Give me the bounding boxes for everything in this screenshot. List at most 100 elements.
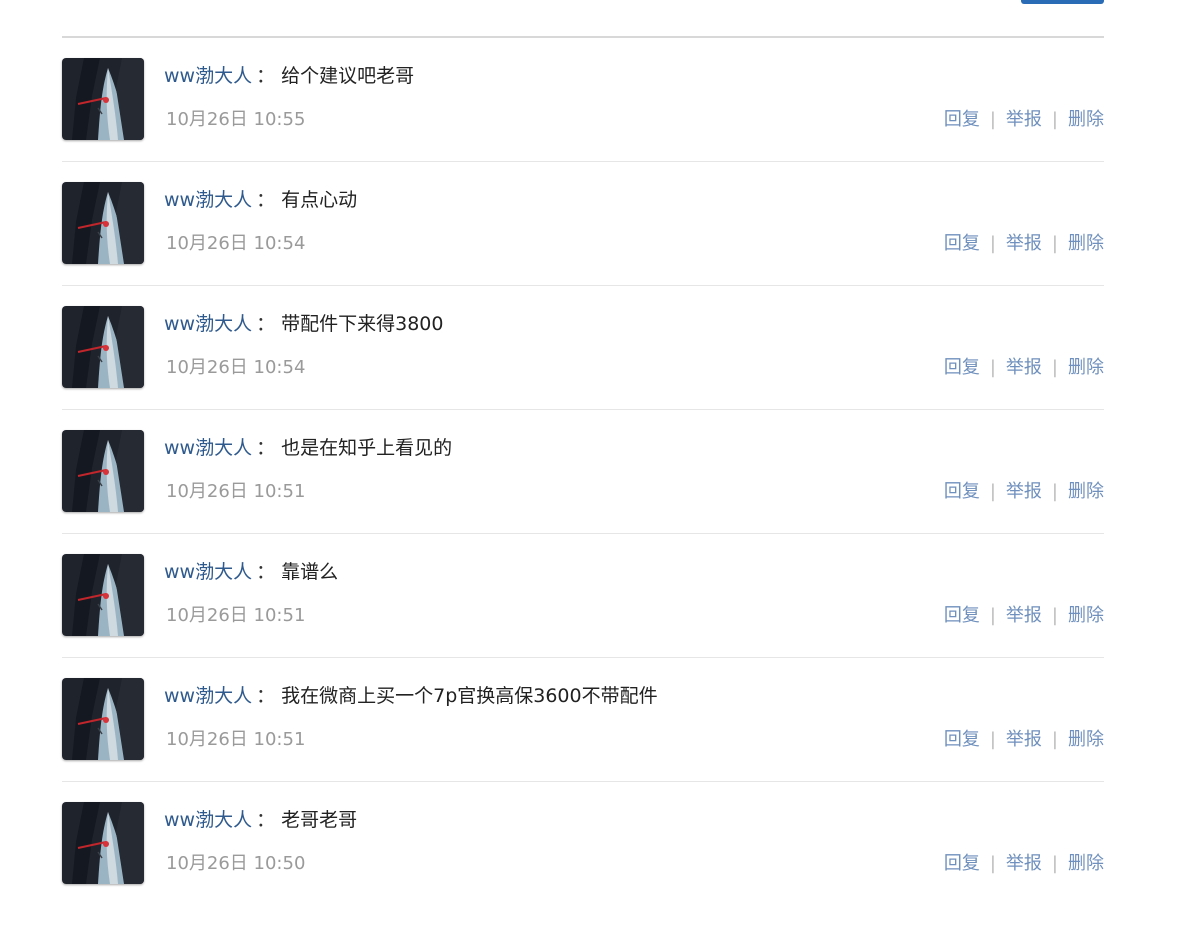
comment-timestamp: 10月26日 10:51 [166,481,306,502]
avatar[interactable] [62,678,144,760]
avatar-image [62,58,144,140]
username-link[interactable]: ww渤大人 [164,561,252,583]
separator: | [1051,729,1058,750]
delete-link[interactable]: 删除 [1068,605,1104,626]
comment-actions: 回复 | 举报 | 删除 [944,478,1104,506]
report-link[interactable]: 举报 [1006,853,1042,874]
comment-item: ww渤大人：也是在知乎上看见的 10月26日 10:51 回复 | 举报 | 删除 [62,410,1104,534]
comment-actions: 回复 | 举报 | 删除 [944,230,1104,258]
colon: ： [256,65,276,87]
top-submit-button[interactable] [1021,0,1104,4]
separator: | [1051,357,1058,378]
comment-text: 靠谱么 [281,561,339,583]
avatar[interactable] [62,554,144,636]
avatar[interactable] [62,306,144,388]
comment-line: ww渤大人：带配件下来得3800 [164,310,443,338]
separator: | [989,357,996,378]
comment-line: ww渤大人：也是在知乎上看见的 [164,434,452,462]
comment-line: ww渤大人：老哥老哥 [164,806,357,834]
avatar-image [62,182,144,264]
delete-link[interactable]: 删除 [1068,233,1104,254]
separator: | [1051,233,1058,254]
separator: | [1051,481,1058,502]
separator: | [989,481,996,502]
delete-link[interactable]: 删除 [1068,481,1104,502]
avatar[interactable] [62,58,144,140]
report-link[interactable]: 举报 [1006,729,1042,750]
colon: ： [256,313,276,335]
delete-link[interactable]: 删除 [1068,357,1104,378]
username-link[interactable]: ww渤大人 [164,65,252,87]
reply-link[interactable]: 回复 [944,853,980,874]
comment-actions: 回复 | 举报 | 删除 [944,106,1104,134]
comment-actions: 回复 | 举报 | 删除 [944,726,1104,754]
report-link[interactable]: 举报 [1006,109,1042,130]
reply-link[interactable]: 回复 [944,233,980,254]
comment-timestamp: 10月26日 10:55 [166,109,306,130]
separator: | [989,729,996,750]
comment-timestamp: 10月26日 10:54 [166,357,306,378]
comment-item: ww渤大人：带配件下来得3800 10月26日 10:54 回复 | 举报 | 删除 [62,286,1104,410]
separator: | [989,233,996,254]
colon: ： [256,685,276,707]
username-link[interactable]: ww渤大人 [164,189,252,211]
reply-link[interactable]: 回复 [944,729,980,750]
comment-item: ww渤大人：靠谱么 10月26日 10:51 回复 | 举报 | 删除 [62,534,1104,658]
username-link[interactable]: ww渤大人 [164,437,252,459]
reply-link[interactable]: 回复 [944,481,980,502]
separator: | [989,109,996,130]
username-link[interactable]: ww渤大人 [164,809,252,831]
comment-text: 也是在知乎上看见的 [281,437,453,459]
report-link[interactable]: 举报 [1006,605,1042,626]
avatar-image [62,554,144,636]
colon: ： [256,189,276,211]
comment-text: 带配件下来得3800 [281,313,444,335]
comment-line: ww渤大人：给个建议吧老哥 [164,62,414,90]
comment-text: 有点心动 [281,189,358,211]
comment-item: ww渤大人：老哥老哥 10月26日 10:50 回复 | 举报 | 删除 [62,782,1104,906]
colon: ： [256,561,276,583]
report-link[interactable]: 举报 [1006,481,1042,502]
comment-text: 我在微商上买一个7p官换高保3600不带配件 [281,685,658,707]
reply-link[interactable]: 回复 [944,109,980,130]
comment-text: 老哥老哥 [281,809,358,831]
delete-link[interactable]: 删除 [1068,109,1104,130]
colon: ： [256,437,276,459]
separator: | [1051,109,1058,130]
comment-line: ww渤大人：我在微商上买一个7p官换高保3600不带配件 [164,682,658,710]
comment-actions: 回复 | 举报 | 删除 [944,602,1104,630]
delete-link[interactable]: 删除 [1068,729,1104,750]
comment-line: ww渤大人：有点心动 [164,186,357,214]
separator: | [1051,853,1058,874]
comment-list: ww渤大人：给个建议吧老哥 10月26日 10:55 回复 | 举报 | 删除 ww渤大… [62,36,1104,906]
avatar-image [62,678,144,760]
comment-text: 给个建议吧老哥 [281,65,415,87]
comment-actions: 回复 | 举报 | 删除 [944,850,1104,878]
avatar-image [62,802,144,884]
comment-actions: 回复 | 举报 | 删除 [944,354,1104,382]
avatar[interactable] [62,802,144,884]
comment-timestamp: 10月26日 10:51 [166,605,306,626]
username-link[interactable]: ww渤大人 [164,685,252,707]
comment-item: ww渤大人：给个建议吧老哥 10月26日 10:55 回复 | 举报 | 删除 [62,38,1104,162]
comment-item: ww渤大人：我在微商上买一个7p官换高保3600不带配件 10月26日 10:5… [62,658,1104,782]
separator: | [1051,605,1058,626]
avatar[interactable] [62,430,144,512]
username-link[interactable]: ww渤大人 [164,313,252,335]
separator: | [989,853,996,874]
comment-line: ww渤大人：靠谱么 [164,558,338,586]
report-link[interactable]: 举报 [1006,233,1042,254]
avatar-image [62,306,144,388]
comment-item: ww渤大人：有点心动 10月26日 10:54 回复 | 举报 | 删除 [62,162,1104,286]
avatar[interactable] [62,182,144,264]
reply-link[interactable]: 回复 [944,357,980,378]
colon: ： [256,809,276,831]
separator: | [989,605,996,626]
reply-link[interactable]: 回复 [944,605,980,626]
report-link[interactable]: 举报 [1006,357,1042,378]
comment-timestamp: 10月26日 10:51 [166,729,306,750]
comment-timestamp: 10月26日 10:54 [166,233,306,254]
delete-link[interactable]: 删除 [1068,853,1104,874]
comment-timestamp: 10月26日 10:50 [166,853,306,874]
avatar-image [62,430,144,512]
